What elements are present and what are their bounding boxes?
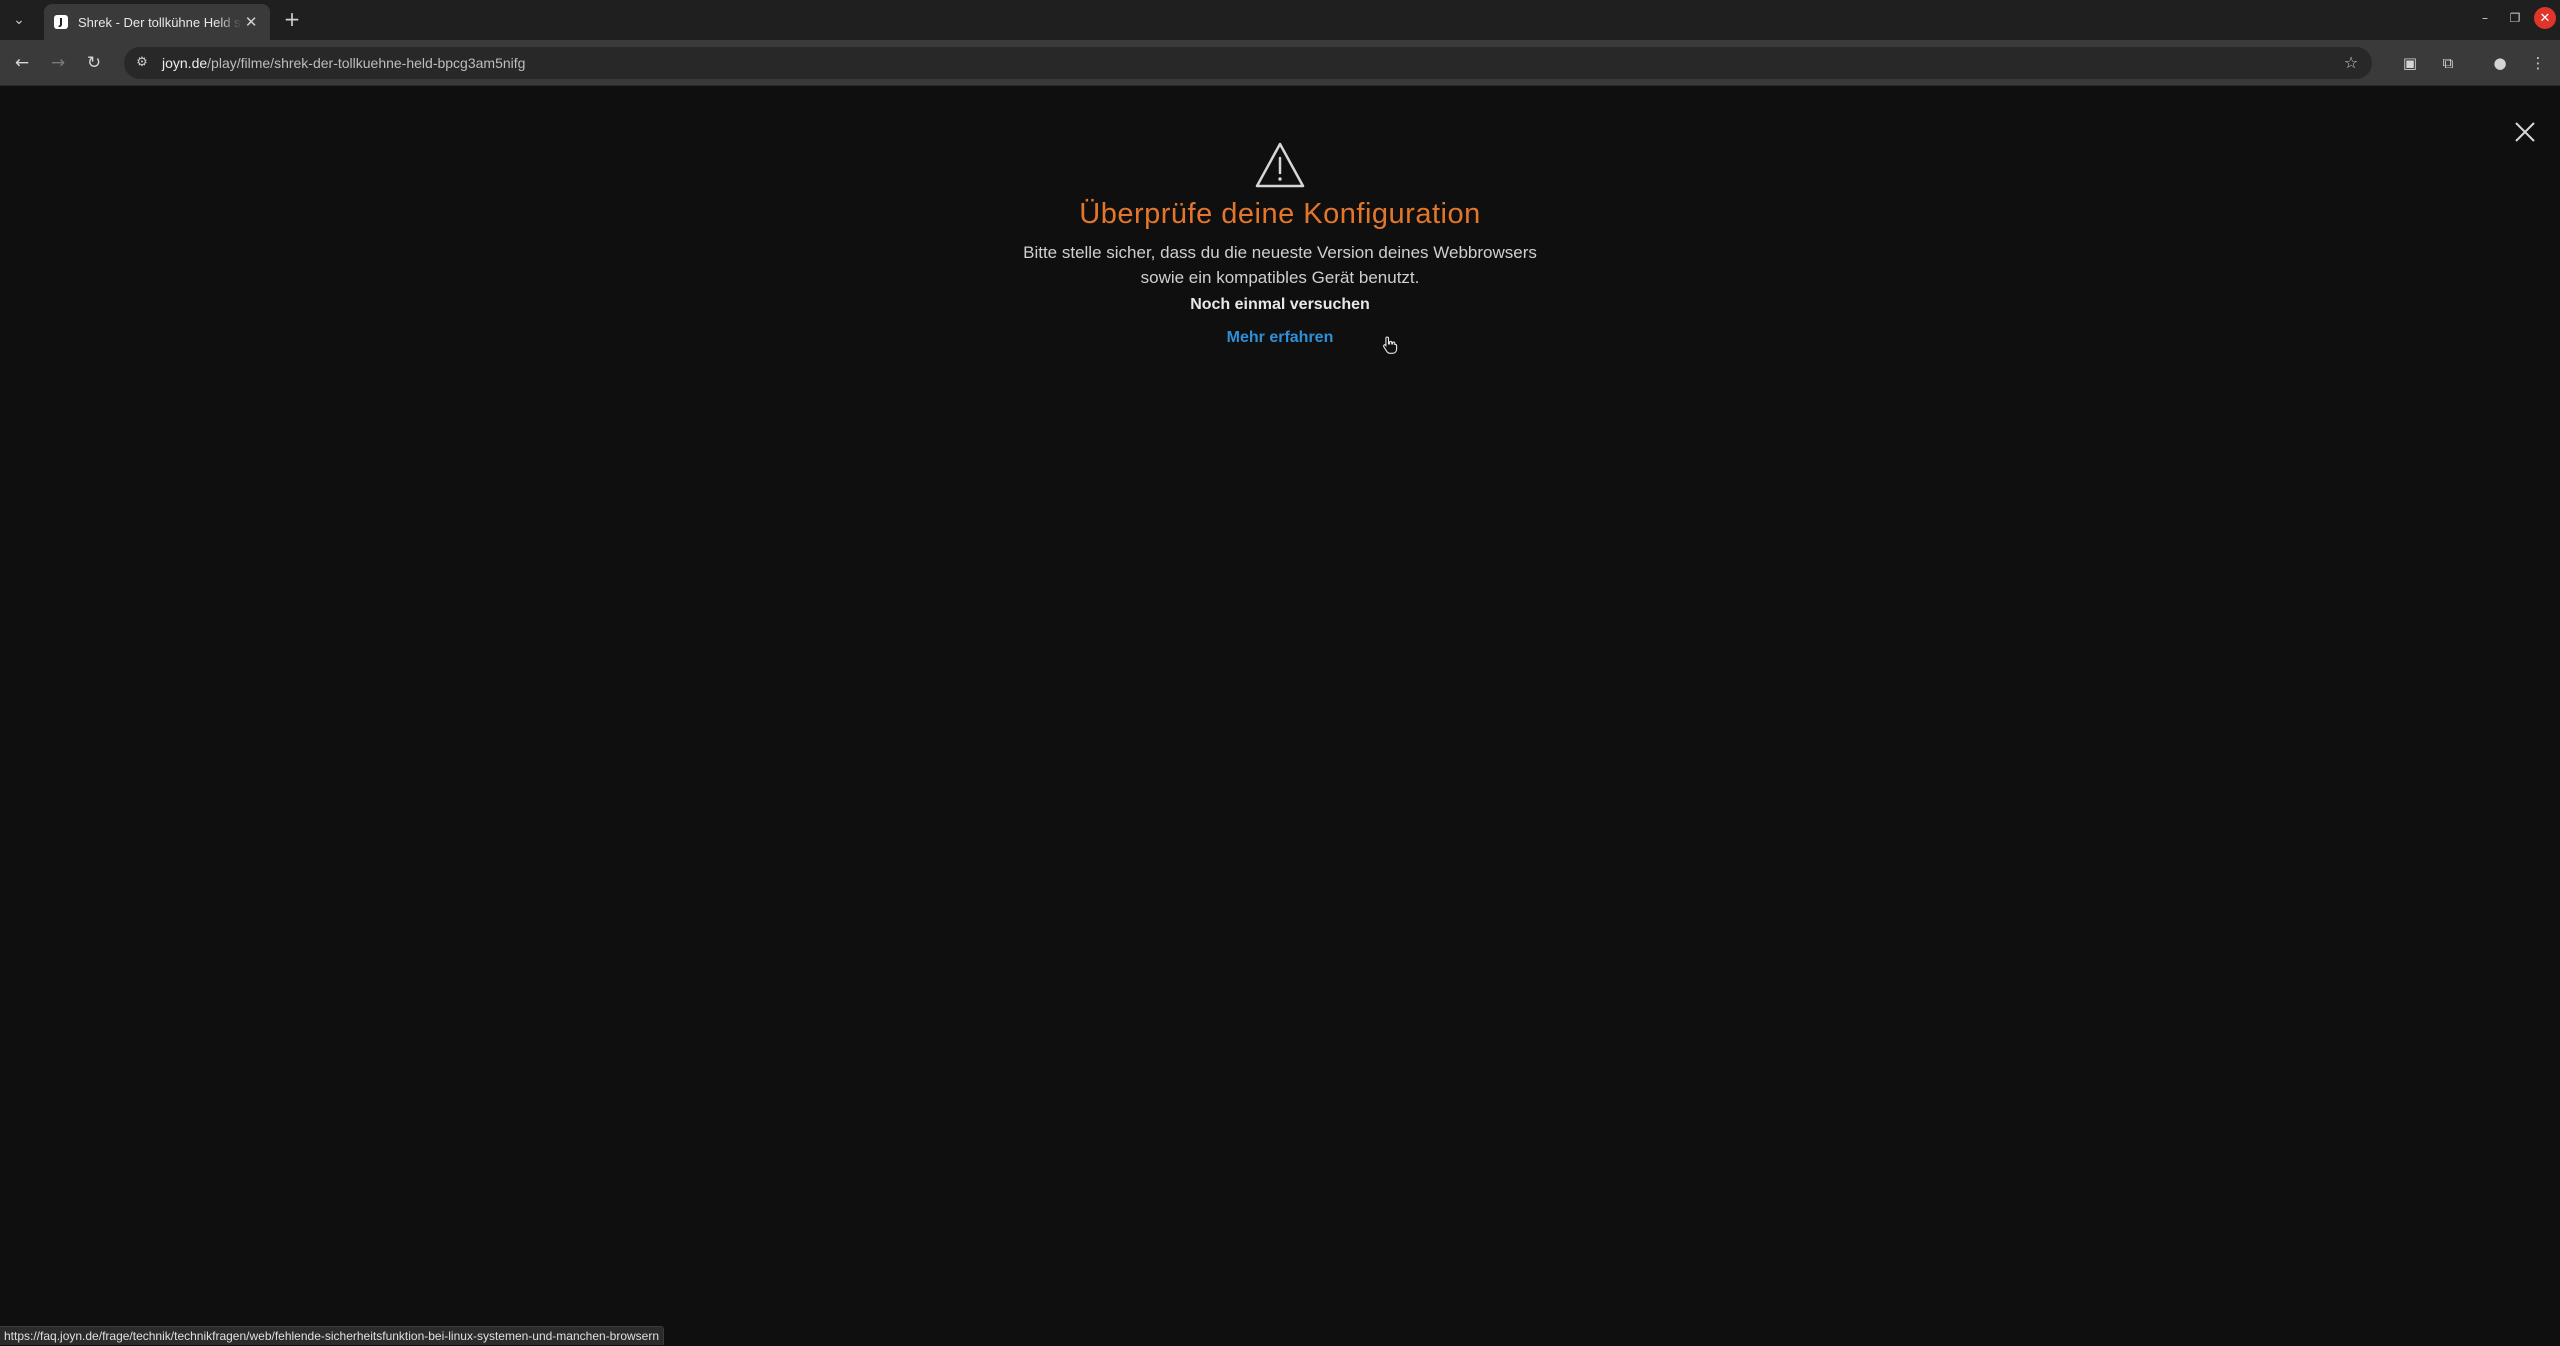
address-bar[interactable]: ⚙ joyn.de/play/filme/shrek-der-tollkuehn… xyxy=(124,47,2372,79)
retry-button[interactable]: Noch einmal versuchen xyxy=(1190,296,1370,313)
link-status-bubble: https://faq.joyn.de/frage/technik/techni… xyxy=(0,1326,664,1345)
retry-row: Noch einmal versuchen xyxy=(0,296,2560,314)
error-headline: Überprüfe deine Konfiguration xyxy=(0,198,2560,231)
learn-more-link[interactable]: Mehr erfahren xyxy=(1227,329,1334,346)
hand-pointer-cursor-icon xyxy=(1380,335,1400,355)
restore-icon[interactable]: ❐ xyxy=(2504,7,2526,29)
error-message-line-2: sowie ein kompatibles Gerät benutzt. xyxy=(980,265,1580,290)
close-icon[interactable] xyxy=(2510,117,2540,147)
tab-search-chevron-icon[interactable]: ⌄ xyxy=(8,8,30,30)
window-close-icon[interactable]: ✕ xyxy=(2534,7,2556,29)
site-info-tune-icon[interactable]: ⚙ xyxy=(132,53,152,73)
warning-triangle-icon xyxy=(1254,141,1306,189)
back-arrow-icon[interactable]: ← xyxy=(10,51,34,75)
profile-avatar-icon[interactable]: ● xyxy=(2488,51,2512,75)
minimize-icon[interactable]: – xyxy=(2474,7,2496,29)
tab-close-icon[interactable]: ✕ xyxy=(242,13,260,31)
error-message: Bitte stelle sicher, dass du die neueste… xyxy=(980,240,1580,290)
url-host: joyn.de xyxy=(162,55,207,71)
new-tab-plus-icon[interactable]: + xyxy=(280,8,304,32)
reload-icon[interactable]: ↻ xyxy=(82,51,106,75)
url-path: /play/filme/shrek-der-tollkuehne-held-bp… xyxy=(207,55,525,71)
browser-toolbar: ← → ↻ ⚙ joyn.de/play/filme/shrek-der-tol… xyxy=(0,40,2560,86)
learn-more-row: Mehr erfahren xyxy=(0,329,2560,347)
error-message-line-1: Bitte stelle sicher, dass du die neueste… xyxy=(980,240,1580,265)
tab-favicon-icon: J xyxy=(54,15,68,29)
address-url[interactable]: joyn.de/play/filme/shrek-der-tollkuehne-… xyxy=(162,55,525,71)
extension-media-icon[interactable]: ▣ xyxy=(2398,51,2422,75)
browser-menu-icon[interactable]: ⋮ xyxy=(2526,51,2550,75)
extensions-puzzle-icon[interactable]: ⧉ xyxy=(2436,51,2460,75)
bookmark-star-icon[interactable]: ☆ xyxy=(2340,52,2362,74)
window-controls: – ❐ ✕ xyxy=(2474,7,2556,29)
browser-tab-active[interactable]: J Shrek - Der tollkühne Held stellt sich… xyxy=(44,4,270,40)
browser-tabstrip: ⌄ J Shrek - Der tollkühne Held stellt si… xyxy=(0,0,2560,40)
tab-title: Shrek - Der tollkühne Held stellt sich v… xyxy=(78,15,242,30)
forward-arrow-icon[interactable]: → xyxy=(46,51,70,75)
